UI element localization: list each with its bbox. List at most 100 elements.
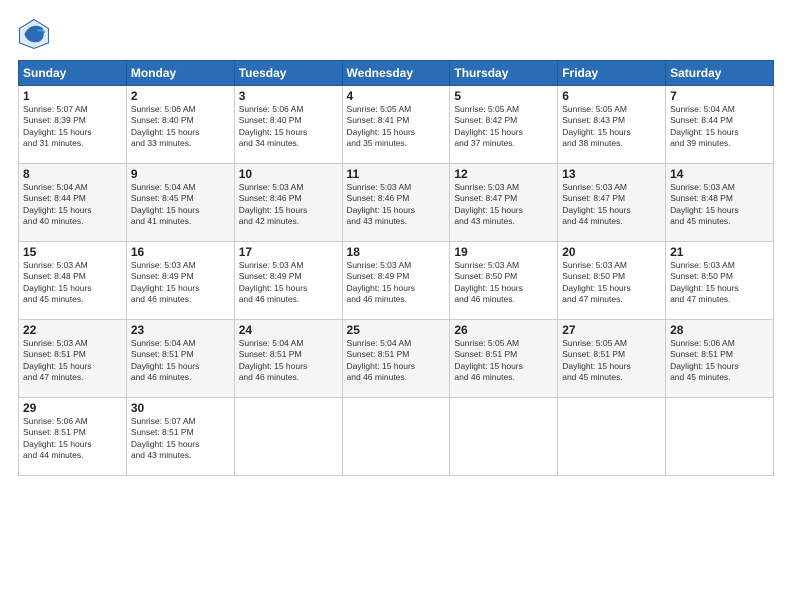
day-number: 26: [454, 323, 553, 337]
day-number: 2: [131, 89, 230, 103]
day-number: 12: [454, 167, 553, 181]
calendar-cell: [450, 398, 558, 476]
day-number: 30: [131, 401, 230, 415]
calendar-week-5: 29Sunrise: 5:06 AM Sunset: 8:51 PM Dayli…: [19, 398, 774, 476]
calendar-cell: [666, 398, 774, 476]
calendar-week-3: 15Sunrise: 5:03 AM Sunset: 8:48 PM Dayli…: [19, 242, 774, 320]
day-number: 3: [239, 89, 338, 103]
calendar-cell: 2Sunrise: 5:06 AM Sunset: 8:40 PM Daylig…: [126, 86, 234, 164]
calendar-cell: 27Sunrise: 5:05 AM Sunset: 8:51 PM Dayli…: [558, 320, 666, 398]
calendar-header-thursday: Thursday: [450, 61, 558, 86]
day-number: 6: [562, 89, 661, 103]
day-number: 23: [131, 323, 230, 337]
calendar-cell: 16Sunrise: 5:03 AM Sunset: 8:49 PM Dayli…: [126, 242, 234, 320]
calendar-cell: 4Sunrise: 5:05 AM Sunset: 8:41 PM Daylig…: [342, 86, 450, 164]
calendar-cell: 29Sunrise: 5:06 AM Sunset: 8:51 PM Dayli…: [19, 398, 127, 476]
cell-info: Sunrise: 5:03 AM Sunset: 8:48 PM Dayligh…: [23, 260, 122, 306]
calendar-cell: [234, 398, 342, 476]
day-number: 27: [562, 323, 661, 337]
calendar-cell: 5Sunrise: 5:05 AM Sunset: 8:42 PM Daylig…: [450, 86, 558, 164]
calendar-header-friday: Friday: [558, 61, 666, 86]
day-number: 21: [670, 245, 769, 259]
cell-info: Sunrise: 5:03 AM Sunset: 8:46 PM Dayligh…: [347, 182, 446, 228]
cell-info: Sunrise: 5:07 AM Sunset: 8:51 PM Dayligh…: [131, 416, 230, 462]
cell-info: Sunrise: 5:04 AM Sunset: 8:45 PM Dayligh…: [131, 182, 230, 228]
cell-info: Sunrise: 5:06 AM Sunset: 8:51 PM Dayligh…: [670, 338, 769, 384]
calendar-cell: 19Sunrise: 5:03 AM Sunset: 8:50 PM Dayli…: [450, 242, 558, 320]
calendar-cell: 1Sunrise: 5:07 AM Sunset: 8:39 PM Daylig…: [19, 86, 127, 164]
logo: [18, 18, 56, 50]
calendar-cell: 15Sunrise: 5:03 AM Sunset: 8:48 PM Dayli…: [19, 242, 127, 320]
calendar-cell: 28Sunrise: 5:06 AM Sunset: 8:51 PM Dayli…: [666, 320, 774, 398]
calendar-header-sunday: Sunday: [19, 61, 127, 86]
day-number: 22: [23, 323, 122, 337]
calendar-cell: 23Sunrise: 5:04 AM Sunset: 8:51 PM Dayli…: [126, 320, 234, 398]
cell-info: Sunrise: 5:03 AM Sunset: 8:49 PM Dayligh…: [131, 260, 230, 306]
cell-info: Sunrise: 5:04 AM Sunset: 8:44 PM Dayligh…: [23, 182, 122, 228]
cell-info: Sunrise: 5:03 AM Sunset: 8:47 PM Dayligh…: [562, 182, 661, 228]
day-number: 25: [347, 323, 446, 337]
calendar-cell: 17Sunrise: 5:03 AM Sunset: 8:49 PM Dayli…: [234, 242, 342, 320]
cell-info: Sunrise: 5:03 AM Sunset: 8:50 PM Dayligh…: [670, 260, 769, 306]
cell-info: Sunrise: 5:03 AM Sunset: 8:50 PM Dayligh…: [562, 260, 661, 306]
calendar-cell: 12Sunrise: 5:03 AM Sunset: 8:47 PM Dayli…: [450, 164, 558, 242]
cell-info: Sunrise: 5:06 AM Sunset: 8:51 PM Dayligh…: [23, 416, 122, 462]
calendar-cell: 7Sunrise: 5:04 AM Sunset: 8:44 PM Daylig…: [666, 86, 774, 164]
cell-info: Sunrise: 5:04 AM Sunset: 8:51 PM Dayligh…: [239, 338, 338, 384]
cell-info: Sunrise: 5:05 AM Sunset: 8:43 PM Dayligh…: [562, 104, 661, 150]
cell-info: Sunrise: 5:03 AM Sunset: 8:49 PM Dayligh…: [239, 260, 338, 306]
calendar-cell: 13Sunrise: 5:03 AM Sunset: 8:47 PM Dayli…: [558, 164, 666, 242]
calendar-cell: 18Sunrise: 5:03 AM Sunset: 8:49 PM Dayli…: [342, 242, 450, 320]
cell-info: Sunrise: 5:05 AM Sunset: 8:51 PM Dayligh…: [562, 338, 661, 384]
cell-info: Sunrise: 5:05 AM Sunset: 8:42 PM Dayligh…: [454, 104, 553, 150]
day-number: 18: [347, 245, 446, 259]
calendar-table: SundayMondayTuesdayWednesdayThursdayFrid…: [18, 60, 774, 476]
calendar-week-4: 22Sunrise: 5:03 AM Sunset: 8:51 PM Dayli…: [19, 320, 774, 398]
calendar-cell: [342, 398, 450, 476]
cell-info: Sunrise: 5:03 AM Sunset: 8:51 PM Dayligh…: [23, 338, 122, 384]
calendar-header-monday: Monday: [126, 61, 234, 86]
day-number: 9: [131, 167, 230, 181]
calendar-cell: 25Sunrise: 5:04 AM Sunset: 8:51 PM Dayli…: [342, 320, 450, 398]
cell-info: Sunrise: 5:05 AM Sunset: 8:51 PM Dayligh…: [454, 338, 553, 384]
calendar-cell: 3Sunrise: 5:06 AM Sunset: 8:40 PM Daylig…: [234, 86, 342, 164]
day-number: 19: [454, 245, 553, 259]
calendar-cell: 20Sunrise: 5:03 AM Sunset: 8:50 PM Dayli…: [558, 242, 666, 320]
day-number: 16: [131, 245, 230, 259]
calendar-header-wednesday: Wednesday: [342, 61, 450, 86]
cell-info: Sunrise: 5:04 AM Sunset: 8:51 PM Dayligh…: [131, 338, 230, 384]
cell-info: Sunrise: 5:05 AM Sunset: 8:41 PM Dayligh…: [347, 104, 446, 150]
day-number: 4: [347, 89, 446, 103]
logo-icon: [18, 18, 50, 50]
day-number: 7: [670, 89, 769, 103]
day-number: 14: [670, 167, 769, 181]
calendar-cell: 10Sunrise: 5:03 AM Sunset: 8:46 PM Dayli…: [234, 164, 342, 242]
day-number: 15: [23, 245, 122, 259]
calendar-cell: 24Sunrise: 5:04 AM Sunset: 8:51 PM Dayli…: [234, 320, 342, 398]
cell-info: Sunrise: 5:06 AM Sunset: 8:40 PM Dayligh…: [239, 104, 338, 150]
cell-info: Sunrise: 5:03 AM Sunset: 8:48 PM Dayligh…: [670, 182, 769, 228]
calendar-cell: 6Sunrise: 5:05 AM Sunset: 8:43 PM Daylig…: [558, 86, 666, 164]
calendar-cell: 14Sunrise: 5:03 AM Sunset: 8:48 PM Dayli…: [666, 164, 774, 242]
day-number: 5: [454, 89, 553, 103]
day-number: 13: [562, 167, 661, 181]
cell-info: Sunrise: 5:04 AM Sunset: 8:44 PM Dayligh…: [670, 104, 769, 150]
day-number: 10: [239, 167, 338, 181]
calendar-week-1: 1Sunrise: 5:07 AM Sunset: 8:39 PM Daylig…: [19, 86, 774, 164]
day-number: 17: [239, 245, 338, 259]
day-number: 8: [23, 167, 122, 181]
calendar-header-row: SundayMondayTuesdayWednesdayThursdayFrid…: [19, 61, 774, 86]
day-number: 11: [347, 167, 446, 181]
cell-info: Sunrise: 5:06 AM Sunset: 8:40 PM Dayligh…: [131, 104, 230, 150]
day-number: 28: [670, 323, 769, 337]
day-number: 24: [239, 323, 338, 337]
header: [18, 18, 774, 50]
calendar-cell: 8Sunrise: 5:04 AM Sunset: 8:44 PM Daylig…: [19, 164, 127, 242]
calendar-cell: [558, 398, 666, 476]
day-number: 20: [562, 245, 661, 259]
calendar-cell: 11Sunrise: 5:03 AM Sunset: 8:46 PM Dayli…: [342, 164, 450, 242]
calendar-cell: 9Sunrise: 5:04 AM Sunset: 8:45 PM Daylig…: [126, 164, 234, 242]
calendar-cell: 21Sunrise: 5:03 AM Sunset: 8:50 PM Dayli…: [666, 242, 774, 320]
calendar-cell: 26Sunrise: 5:05 AM Sunset: 8:51 PM Dayli…: [450, 320, 558, 398]
cell-info: Sunrise: 5:03 AM Sunset: 8:47 PM Dayligh…: [454, 182, 553, 228]
